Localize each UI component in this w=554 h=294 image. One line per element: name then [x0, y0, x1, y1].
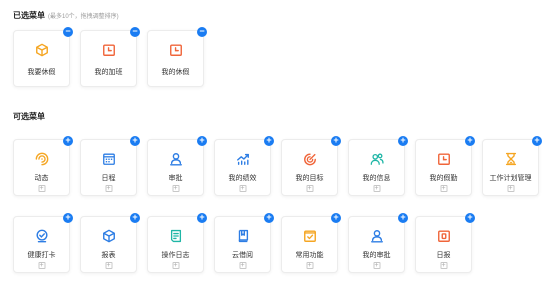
selected-menu-card[interactable]: 我要休假 − [13, 27, 73, 87]
add-to-menu-box-icon[interactable]: + [172, 262, 179, 269]
available-menu-card[interactable]: 我的目标 + + [281, 136, 341, 196]
available-menu-card[interactable]: 报表 + + [80, 213, 140, 273]
add-to-menu-box-icon[interactable]: + [105, 185, 112, 192]
available-menu-card[interactable]: 日报 + + [415, 213, 475, 273]
target-icon [303, 152, 317, 166]
add-to-menu-box-icon[interactable]: + [239, 262, 246, 269]
add-to-menu-box-icon[interactable]: + [373, 262, 380, 269]
calendar-grid-icon [102, 152, 116, 166]
add-badge-icon[interactable]: + [465, 213, 475, 223]
menu-card-label: 工作计划管理 [489, 175, 532, 182]
remove-badge-icon[interactable]: − [130, 27, 140, 37]
menu-card-label: 我的休假 [161, 69, 190, 76]
add-badge-icon[interactable]: + [532, 136, 542, 146]
menu-card-label: 健康打卡 [27, 252, 56, 259]
menu-card-label: 我的审批 [362, 252, 391, 259]
available-menu-card[interactable]: 常用功能 + + [281, 213, 341, 273]
available-menu-card[interactable]: 我的审批 + + [348, 213, 408, 273]
add-to-menu-box-icon[interactable]: + [306, 185, 313, 192]
cube-icon [35, 43, 49, 57]
add-to-menu-box-icon[interactable]: + [440, 185, 447, 192]
selected-menu-title: 已选菜单 [13, 11, 45, 20]
selected-menu-card[interactable]: 我的休假 − [147, 27, 207, 87]
menu-card-label: 日报 [436, 252, 451, 259]
add-to-menu-box-icon[interactable]: + [239, 185, 246, 192]
menu-card-label: 我要休假 [27, 69, 56, 76]
add-to-menu-box-icon[interactable]: + [38, 185, 45, 192]
menu-card-label: 常用功能 [295, 252, 324, 259]
available-menu-card[interactable]: 工作计划管理 + + [482, 136, 542, 196]
trend-chart-icon [236, 152, 250, 166]
hourglass-icon [504, 152, 518, 166]
add-badge-icon[interactable]: + [264, 213, 274, 223]
calendar-alarm-icon [102, 43, 116, 57]
health-check-icon [35, 229, 49, 243]
person-icon [169, 152, 183, 166]
daily-report-icon [437, 229, 451, 243]
menu-card-label: 我的假勤 [429, 175, 458, 182]
add-badge-icon[interactable]: + [63, 213, 73, 223]
add-badge-icon[interactable]: + [63, 136, 73, 146]
add-badge-icon[interactable]: + [130, 213, 140, 223]
available-menu-card[interactable]: 我的假勤 + + [415, 136, 475, 196]
menu-card-label: 动态 [34, 175, 49, 182]
add-badge-icon[interactable]: + [331, 213, 341, 223]
calendar-alarm-icon [169, 43, 183, 57]
menu-card-label: 报表 [101, 252, 116, 259]
menu-card-label: 我的绩效 [228, 175, 257, 182]
available-menu-card[interactable]: 我的绩效 + + [214, 136, 274, 196]
add-badge-icon[interactable]: + [197, 213, 207, 223]
available-menu-card[interactable]: 动态 + + [13, 136, 73, 196]
add-to-menu-box-icon[interactable]: + [440, 262, 447, 269]
add-badge-icon[interactable]: + [465, 136, 475, 146]
check-square-icon [303, 229, 317, 243]
menu-card-label: 我的信息 [362, 175, 391, 182]
available-menu-card[interactable]: 云借阅 + + [214, 213, 274, 273]
menu-card-label: 操作日志 [161, 252, 190, 259]
add-badge-icon[interactable]: + [331, 136, 341, 146]
available-menu-heading: 可选菜单 [13, 111, 45, 122]
add-to-menu-box-icon[interactable]: + [105, 262, 112, 269]
available-menu-card[interactable]: 操作日志 + + [147, 213, 207, 273]
add-badge-icon[interactable]: + [130, 136, 140, 146]
selected-menu-card[interactable]: 我的加班 − [80, 27, 140, 87]
available-menu-title: 可选菜单 [13, 112, 45, 121]
add-badge-icon[interactable]: + [197, 136, 207, 146]
menu-card-label: 审批 [168, 175, 183, 182]
available-menu-card[interactable]: 审批 + + [147, 136, 207, 196]
add-to-menu-box-icon[interactable]: + [172, 185, 179, 192]
available-menu-card[interactable]: 日程 + + [80, 136, 140, 196]
remove-badge-icon[interactable]: − [63, 27, 73, 37]
menu-card-label: 日程 [101, 175, 116, 182]
calendar-alarm-icon [437, 152, 451, 166]
remove-badge-icon[interactable]: − [197, 27, 207, 37]
add-to-menu-box-icon[interactable]: + [38, 262, 45, 269]
people-icon [370, 152, 384, 166]
add-badge-icon[interactable]: + [264, 136, 274, 146]
dynamic-swirl-icon [35, 152, 49, 166]
add-to-menu-box-icon[interactable]: + [507, 185, 514, 192]
available-menu-card[interactable]: 我的信息 + + [348, 136, 408, 196]
cube-icon [102, 229, 116, 243]
add-badge-icon[interactable]: + [398, 136, 408, 146]
menu-card-label: 云借阅 [232, 252, 253, 259]
book-icon [236, 229, 250, 243]
selected-menu-heading: 已选菜单 (最多10个，拖拽调整排序) [13, 10, 119, 21]
menu-card-label: 我的目标 [295, 175, 324, 182]
selected-menu-hint: (最多10个，拖拽调整排序) [48, 14, 119, 20]
available-menu-card[interactable]: 健康打卡 + + [13, 213, 73, 273]
menu-card-label: 我的加班 [94, 69, 123, 76]
log-document-icon [169, 229, 183, 243]
add-to-menu-box-icon[interactable]: + [373, 185, 380, 192]
add-to-menu-box-icon[interactable]: + [306, 262, 313, 269]
person-icon [370, 229, 384, 243]
add-badge-icon[interactable]: + [398, 213, 408, 223]
